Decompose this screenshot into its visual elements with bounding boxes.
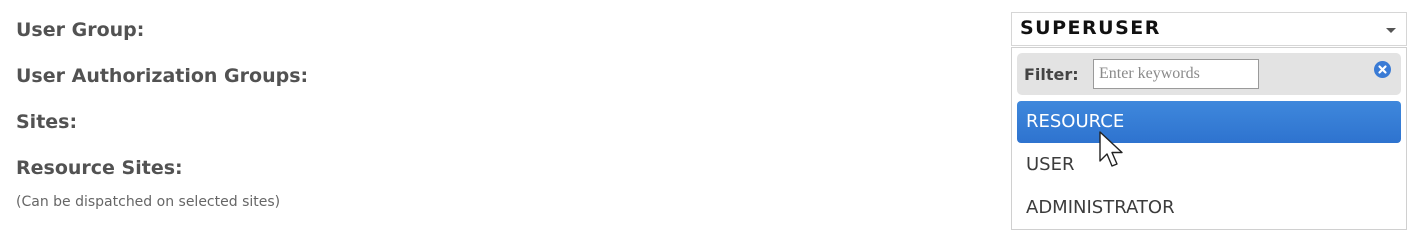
label-sites: Sites: [16,111,78,133]
clear-filter-icon[interactable] [1374,61,1391,78]
label-resource-sites: Resource Sites: [16,157,183,179]
filter-input[interactable] [1093,59,1259,89]
filter-label: Filter: [1024,65,1079,84]
dropdown-option-resource[interactable]: RESOURCE [1017,101,1401,143]
filter-bar: Filter: [1017,53,1401,95]
label-user-group: User Group: [16,19,145,41]
user-settings-form: User Group: User Authorization Groups: S… [0,0,1410,230]
user-group-dropdown: Filter: RESOURCE USER ADMINISTRATOR [1011,47,1407,230]
resource-sites-hint: (Can be dispatched on selected sites) [16,194,281,210]
chevron-down-icon[interactable] [1386,28,1396,33]
dropdown-option-user[interactable]: USER [1017,144,1401,186]
user-group-selected-value: SUPERUSER [1020,17,1161,39]
dropdown-option-administrator[interactable]: ADMINISTRATOR [1017,187,1401,229]
user-group-select[interactable]: SUPERUSER [1011,12,1407,46]
label-user-authorization-groups: User Authorization Groups: [16,65,309,87]
